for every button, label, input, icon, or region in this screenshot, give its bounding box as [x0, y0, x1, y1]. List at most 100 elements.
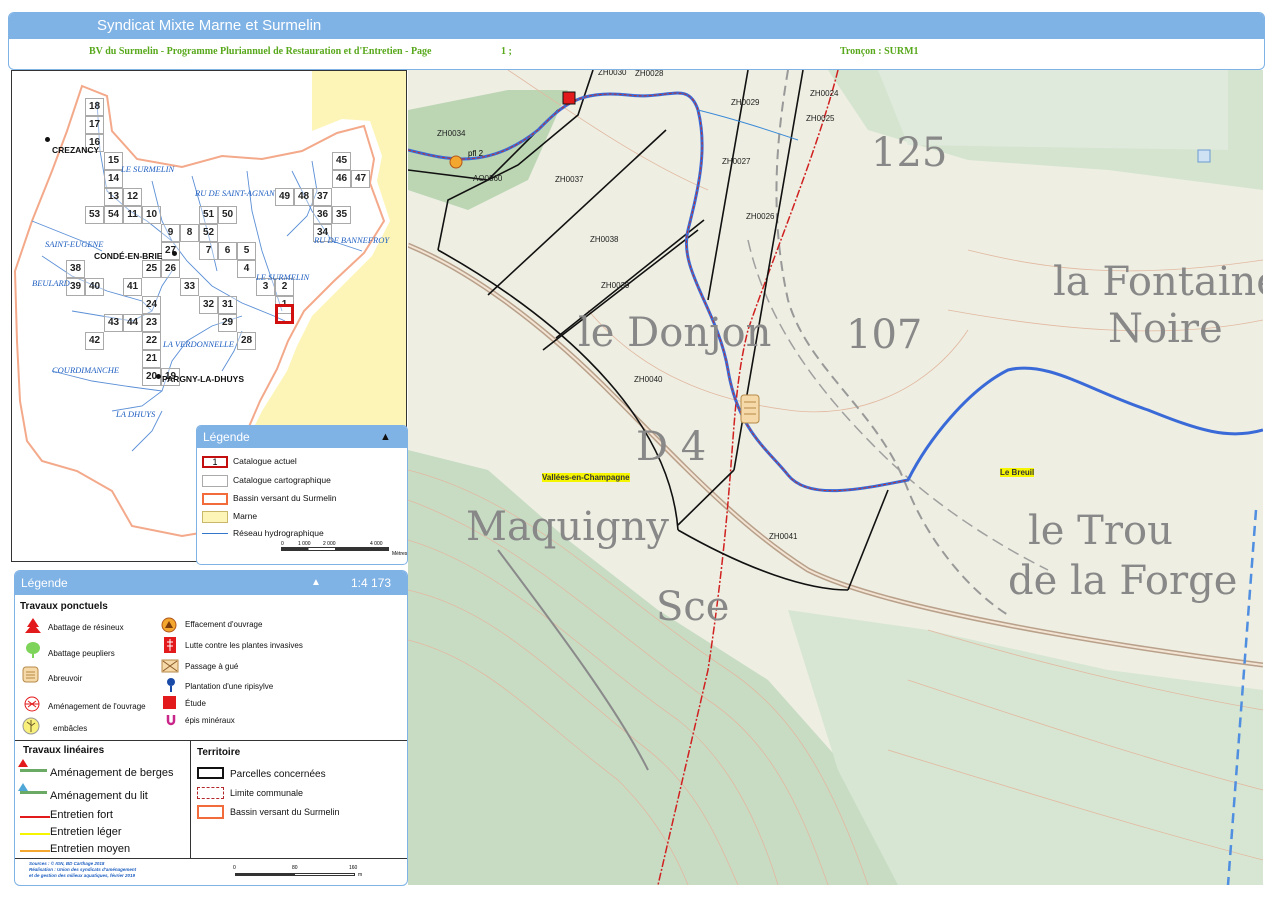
north-arrow-icon: ▲	[380, 431, 391, 443]
catalogue-cell-10[interactable]: 10	[142, 206, 161, 224]
legend-item-reseau: Réseau hydrographique	[233, 528, 324, 538]
troncon-label: Tronçon : SURM1	[840, 46, 919, 57]
catalogue-cell-17[interactable]: 17	[85, 116, 104, 134]
catalogue-cell-9[interactable]: 9	[161, 224, 180, 242]
legend-abreuvoir: Abreuvoir	[48, 674, 83, 683]
catalogue-cell-47[interactable]: 47	[351, 170, 370, 188]
toponym-label: D 4	[636, 424, 706, 470]
invasive-plants-icon	[164, 637, 176, 653]
town-label: CONDÉ-EN-BRIE	[94, 251, 163, 261]
catalogue-cell-32[interactable]: 32	[199, 296, 218, 314]
parcel-label: ZH0030	[598, 70, 627, 77]
catalogue-cell-38[interactable]: 38	[66, 260, 85, 278]
catalogue-cell-43[interactable]: 43	[104, 314, 123, 332]
catalogue-cell-37[interactable]: 37	[313, 188, 332, 206]
catalogue-cell-36[interactable]: 36	[313, 206, 332, 224]
catalogue-cell-31[interactable]: 31	[218, 296, 237, 314]
river-label: RU DE BANNEFROY	[314, 235, 390, 245]
poplar-icon	[26, 642, 40, 658]
catalogue-cell-35[interactable]: 35	[332, 206, 351, 224]
scale-bar-160: 160	[349, 865, 358, 871]
catalogue-cell-29[interactable]: 29	[218, 314, 237, 332]
scale-0: 0	[281, 541, 284, 547]
parcel-label: ZH0040	[634, 375, 663, 384]
toponym-label: de la Forge	[1008, 558, 1237, 604]
catalogue-cell-44[interactable]: 44	[123, 314, 142, 332]
catalogue-cell-13[interactable]: 13	[104, 188, 123, 206]
catalogue-cell-28[interactable]: 28	[237, 332, 256, 350]
catalogue-cell-6[interactable]: 6	[218, 242, 237, 260]
legend-title: Légende	[21, 576, 68, 590]
catalogue-cell-27[interactable]: 27	[161, 242, 180, 260]
page-number: 1 ;	[501, 46, 512, 57]
catalogue-cell-4[interactable]: 4	[237, 260, 256, 278]
catalogue-cell-42[interactable]: 42	[85, 332, 104, 350]
main-map[interactable]: ZH0030 ZH0028 ZH0029 ZH0024 ZH0025 ZH0034 ZH00…	[408, 70, 1263, 885]
scale-2000: 2 000	[323, 541, 336, 547]
parcel-label: ZH0034	[437, 129, 466, 138]
scale-unit: Mètres	[392, 551, 408, 557]
overview-scale-bar	[281, 547, 389, 551]
catalogue-cell-18[interactable]: 18	[85, 98, 104, 116]
scale-4000: 4 000	[370, 541, 383, 547]
groyne-icon	[166, 715, 176, 726]
catalogue-cell-52[interactable]: 52	[199, 224, 218, 242]
catalogue-cell-24[interactable]: 24	[142, 296, 161, 314]
catalogue-cell-22[interactable]: 22	[142, 332, 161, 350]
legend-epis: épis minéraux	[185, 716, 235, 725]
catalogue-cell-53[interactable]: 53	[85, 206, 104, 224]
catalogue-cell-5[interactable]: 5	[237, 242, 256, 260]
river-label: LA VERDONNELLE	[163, 339, 234, 349]
catalogue-cell-25[interactable]: 25	[142, 260, 161, 278]
lineaires-title: Travaux linéaires	[23, 745, 105, 756]
catalogue-cell-41[interactable]: 41	[123, 278, 142, 296]
legend-limite-communale: Limite communale	[230, 788, 304, 798]
parcel-label: ZH0029	[731, 98, 760, 107]
catalogue-cell-26[interactable]: 26	[161, 260, 180, 278]
catalogue-cell-46[interactable]: 46	[332, 170, 351, 188]
toponym-label: 107	[846, 312, 922, 358]
toponym-label: Maquigny	[466, 504, 669, 550]
catalogue-cell-8[interactable]: 8	[180, 224, 199, 242]
catalogue-cell-33[interactable]: 33	[180, 278, 199, 296]
catalogue-swatch	[202, 475, 228, 487]
catalogue-cell-7[interactable]: 7	[199, 242, 218, 260]
legend-entretien-leger: Entretien léger	[50, 826, 122, 838]
commune-swatch	[197, 787, 224, 799]
catalogue-cell-11[interactable]: 11	[123, 206, 142, 224]
legend-lit: Aménagement du lit	[50, 790, 148, 802]
ford-icon	[161, 659, 179, 673]
catalogue-cell-51[interactable]: 51	[199, 206, 218, 224]
current-catalogue-highlight[interactable]	[275, 304, 294, 324]
legend-passage-gue: Passage à gué	[185, 662, 239, 671]
town-dot-icon	[45, 137, 50, 142]
catalogue-cell-12[interactable]: 12	[123, 188, 142, 206]
divider	[190, 740, 191, 858]
river-label: RU DE SAINT-AGNAN	[195, 188, 275, 198]
catalogue-cell-45[interactable]: 45	[332, 152, 351, 170]
embacles-icon	[22, 717, 40, 735]
study-icon	[163, 696, 176, 709]
catalogue-cell-49[interactable]: 49	[275, 188, 294, 206]
ponctuels-title: Travaux ponctuels	[20, 601, 108, 612]
parcel-label: ZH0038	[590, 235, 619, 244]
parcel-label: ZH0026	[746, 212, 775, 221]
legend-item-catalogue-cartographique: Catalogue cartographique	[233, 475, 331, 485]
header-title-bar: Syndicat Mixte Marne et Surmelin	[9, 13, 1264, 39]
commune-label: Vallées-en-Champagne	[542, 473, 630, 482]
toponym-label: 125	[871, 130, 947, 176]
map-scale-bar	[235, 873, 355, 876]
scale-bar-80: 80	[292, 865, 298, 871]
bassin-swatch	[202, 493, 228, 505]
catalogue-cell-23[interactable]: 23	[142, 314, 161, 332]
north-arrow-icon: ▲	[311, 577, 321, 588]
catalogue-cell-40[interactable]: 40	[85, 278, 104, 296]
river-label: LE SURMELIN	[256, 272, 310, 282]
catalogue-cell-21[interactable]: 21	[142, 350, 161, 368]
legend-entretien-fort: Entretien fort	[50, 809, 113, 821]
catalogue-cell-48[interactable]: 48	[294, 188, 313, 206]
current-catalogue-swatch: 1	[202, 456, 228, 468]
catalogue-cell-54[interactable]: 54	[104, 206, 123, 224]
catalogue-cell-50[interactable]: 50	[218, 206, 237, 224]
parcel-swatch	[197, 767, 224, 779]
